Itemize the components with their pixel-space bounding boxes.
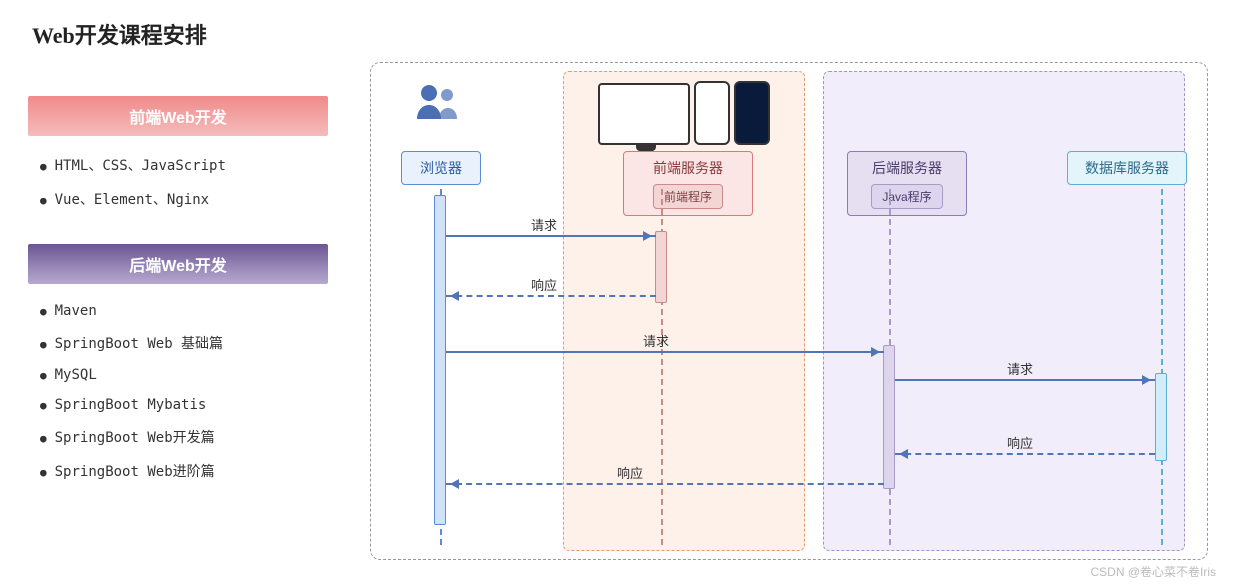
list-item: SpringBoot Web 基础篇 — [40, 326, 328, 360]
backend-server-node: 后端服务器 Java程序 — [847, 151, 967, 216]
users-icon — [413, 81, 463, 121]
arrow-request-2 — [446, 351, 884, 353]
database-activation — [1155, 373, 1167, 461]
database-lifeline — [1161, 189, 1163, 545]
frontend-section-header: 前端Web开发 — [28, 96, 328, 136]
frontend-program-label: 前端程序 — [653, 184, 723, 209]
frontend-item-list: HTML、CSS、JavaScript Vue、Element、Nginx — [28, 148, 328, 216]
arrow-label: 响应 — [531, 275, 557, 294]
list-item: Maven — [40, 296, 328, 326]
backend-activation — [883, 345, 895, 489]
list-item: SpringBoot Web开发篇 — [40, 420, 328, 454]
list-item: MySQL — [40, 360, 328, 390]
database-server-node: 数据库服务器 — [1067, 151, 1187, 185]
arrow-response-3 — [446, 483, 884, 485]
backend-server-label: 后端服务器 — [858, 158, 956, 178]
backend-section-header: 后端Web开发 — [28, 244, 328, 284]
frontend-server-label: 前端服务器 — [634, 158, 742, 178]
phone-light-icon — [694, 81, 730, 145]
arrow-request-1 — [446, 235, 656, 237]
arrow-label: 请求 — [643, 331, 669, 350]
course-sidebar: 前端Web开发 HTML、CSS、JavaScript Vue、Element、… — [28, 96, 328, 516]
list-item: SpringBoot Web进阶篇 — [40, 454, 328, 488]
watermark: CSDN @卷心菜不卷Iris — [1090, 563, 1216, 580]
backend-item-list: Maven SpringBoot Web 基础篇 MySQL SpringBoo… — [28, 296, 328, 488]
arrow-label: 响应 — [617, 463, 643, 482]
arrow-label: 响应 — [1007, 433, 1033, 452]
arrow-label: 请求 — [531, 215, 557, 234]
monitor-icon — [598, 83, 690, 145]
browser-activation — [434, 195, 446, 525]
arrow-response-2 — [895, 453, 1155, 455]
devices-icon — [573, 75, 795, 145]
backend-program-label: Java程序 — [871, 184, 942, 209]
list-item: HTML、CSS、JavaScript — [40, 148, 328, 182]
frontend-activation — [655, 231, 667, 303]
arrow-request-3 — [895, 379, 1155, 381]
phone-dark-icon — [734, 81, 770, 145]
backend-zone — [823, 71, 1185, 551]
arrow-response-1 — [446, 295, 656, 297]
list-item: SpringBoot Mybatis — [40, 390, 328, 420]
browser-node: 浏览器 — [401, 151, 481, 185]
frontend-server-node: 前端服务器 前端程序 — [623, 151, 753, 216]
page-title: Web开发课程安排 — [0, 0, 1234, 50]
arrow-label: 请求 — [1007, 359, 1033, 378]
sequence-diagram: 浏览器 前端服务器 前端程序 后端服务器 Java程序 数据库服务器 请求 响应… — [370, 62, 1208, 560]
list-item: Vue、Element、Nginx — [40, 182, 328, 216]
